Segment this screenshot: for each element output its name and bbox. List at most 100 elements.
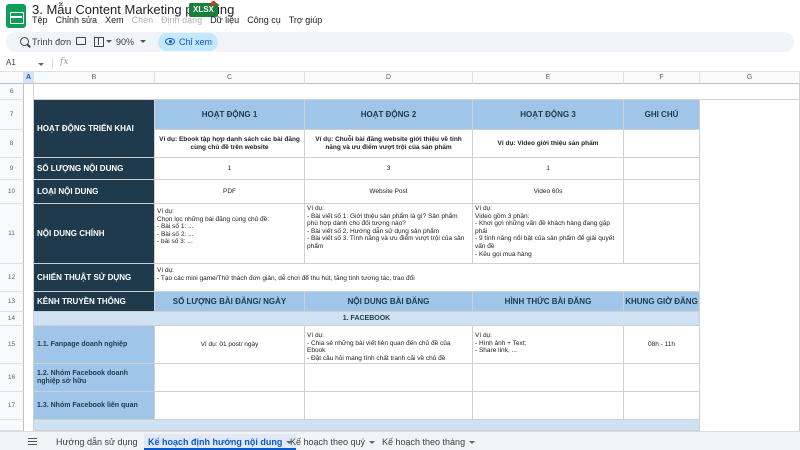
menu-format: Định dạng [161,15,203,25]
zoom-select[interactable]: 90% [116,35,134,49]
name-box[interactable]: A1 [6,58,16,67]
hoat-dong-3-example[interactable]: Ví dụ: Video giới thiệu sản phẩm [473,130,624,158]
column-a-cells[interactable] [24,84,34,431]
chevron-down-icon[interactable] [369,441,376,445]
sheet-tab-theo-quy[interactable]: Kế hoạch theo quý [286,434,379,450]
noi-dung-chinh-label[interactable]: NỘI DUNG CHÍNH [34,204,155,264]
noi-dung-bai-dang-header[interactable]: NỘI DUNG BÀI ĐĂNG [305,292,473,312]
row-header-18[interactable] [0,420,24,431]
row-header-6[interactable]: 6 [0,84,24,100]
loai-3-cell[interactable]: Video 60s [473,180,624,204]
nhom-lien-quan-label[interactable]: 1.3. Nhóm Facebook liên quan [34,392,155,420]
column-header-g[interactable]: G [700,72,800,84]
chevron-down-icon[interactable] [469,441,476,445]
fanpage-label[interactable]: 1.1. Fanpage doanh nghiệp [34,326,155,364]
hoat-dong-2-example[interactable]: Ví dụ: Chuỗi bài đăng website giới thiệu… [305,130,473,158]
row-header-13[interactable]: 13 [0,292,24,312]
column-header-e[interactable]: E [473,72,624,84]
format-grid-icon[interactable] [94,37,104,47]
sheet-tab-ke-hoach-dinh-huong[interactable]: Kế hoạch định hướng nội dung [144,434,297,450]
noi-dung-chinh-2-cell[interactable]: Ví dụ: - Bài viết số 1: Giới thiệu sản p… [305,204,473,264]
hoat-dong-trien-khai-label[interactable]: HOẠT ĐỘNG TRIỂN KHAI [34,100,155,158]
kenh-truyen-thong-label[interactable]: KÊNH TRUYỀN THÔNG [34,292,155,312]
ghi-chu-cell[interactable] [624,130,700,158]
nhom-lien-quan-so-luong-cell[interactable] [155,392,305,420]
hoat-dong-2-header[interactable]: HOẠT ĐỘNG 2 [305,100,473,130]
nhom-so-huu-so-luong-cell[interactable] [155,364,305,392]
so-luong-3-cell[interactable]: 1 [473,158,624,180]
row-header-17[interactable]: 17 [0,392,24,420]
facebook-section-header[interactable]: 1. FACEBOOK [34,312,700,326]
column-header-a[interactable]: A [24,72,34,84]
chien-thuat-cell[interactable]: Ví dụ: - Tạo các mini game/Thử thách đơn… [155,264,700,292]
fanpage-noi-dung-cell[interactable]: Ví dụ: - Chia sẻ những bài viết liên qua… [305,326,473,364]
menu-view[interactable]: Xem [105,15,124,29]
view-only-label: Chỉ xem [179,37,213,47]
so-luong-2-cell[interactable]: 3 [305,158,473,180]
fanpage-hinh-thuc-cell[interactable]: Ví dụ: - Hình ảnh + Text; - Share link, … [473,326,624,364]
spreadsheet-app: 3. Mẫu Content Marketing planning XLSX T… [0,0,800,450]
menu-data[interactable]: Dữ liệu [210,15,239,29]
nhom-lien-quan-khung-gio-cell[interactable] [624,392,700,420]
row-header-11[interactable]: 11 [0,204,24,264]
fanpage-khung-gio-cell[interactable]: 08h - 11h [624,326,700,364]
ghi-chu-header[interactable]: GHI CHÚ [624,100,700,130]
row-header-15[interactable]: 15 [0,326,24,364]
select-all-corner[interactable] [0,72,24,84]
hoat-dong-1-header[interactable]: HOẠT ĐỘNG 1 [155,100,305,130]
menu-file[interactable]: Tệp [32,15,48,29]
nhom-so-huu-label[interactable]: 1.2. Nhóm Facebook doanh nghiệp sở hữu [34,364,155,392]
sheet-tab-theo-thang[interactable]: Kế hoạch theo tháng [378,434,479,450]
chevron-down-icon[interactable] [106,40,112,43]
menu-help[interactable]: Trợ giúp [289,15,323,29]
hoat-dong-1-example[interactable]: Ví dụ: Ebook tập hợp danh sách các bài đ… [155,130,305,158]
column-header-b[interactable]: B [34,72,155,84]
so-luong-bai-dang-header[interactable]: SỐ LƯỢNG BÀI ĐĂNG/ NGÀY [155,292,305,312]
search-icon[interactable] [20,37,29,46]
menu-edit[interactable]: Chỉnh sửa [56,15,98,29]
hinh-thuc-bai-dang-header[interactable]: HÌNH THỨC BÀI ĐĂNG [473,292,624,312]
chien-thuat-label[interactable]: CHIẾN THUẬT SỬ DỤNG [34,264,155,292]
so-luong-note-cell[interactable] [624,158,700,180]
noi-dung-chinh-1-cell[interactable]: Ví dụ: Chọn lọc những bài đăng cùng chủ … [155,204,305,264]
all-sheets-menu-icon[interactable] [28,438,37,445]
row-header-9[interactable]: 9 [0,158,24,180]
column-header-d[interactable]: D [305,72,473,84]
column-header-c[interactable]: C [155,72,305,84]
menu-tools[interactable]: Công cụ [247,15,281,29]
sheet-tab-huong-dan[interactable]: Hướng dẫn sử dụng [52,434,142,450]
so-luong-1-cell[interactable]: 1 [155,158,305,180]
loai-2-cell[interactable]: Website Post [305,180,473,204]
column-header-f[interactable]: F [624,72,700,84]
loai-note-cell[interactable] [624,180,700,204]
noi-dung-chinh-3-cell[interactable]: Ví dụ: Video gồm 3 phần: - Khơi gợi nhữn… [473,204,624,264]
next-section-row[interactable] [34,420,700,431]
row-header-7[interactable]: 7 [0,100,24,130]
loai-noi-dung-label[interactable]: LOẠI NỘI DUNG [34,180,155,204]
row-6-cells[interactable] [34,84,800,100]
nhom-lien-quan-hinh-thuc-cell[interactable] [473,392,624,420]
nhom-so-huu-hinh-thuc-cell[interactable] [473,364,624,392]
fanpage-so-luong-cell[interactable]: Ví dụ: 01 post/ ngày [155,326,305,364]
noi-dung-chinh-note-cell[interactable] [624,204,700,264]
hoat-dong-3-header[interactable]: HOẠT ĐỘNG 3 [473,100,624,130]
zoom-chevron-down-icon[interactable] [140,40,146,43]
nhom-so-huu-khung-gio-cell[interactable] [624,364,700,392]
formula-bar-divider [52,58,53,69]
so-luong-noi-dung-label[interactable]: SỐ LƯỢNG NỘI DUNG [34,158,155,180]
sheets-logo-icon[interactable] [6,4,26,28]
row-header-8[interactable]: 8 [0,130,24,158]
row-header-10[interactable]: 10 [0,180,24,204]
row-header-12[interactable]: 12 [0,264,24,292]
name-box-chevron-down-icon[interactable] [38,63,44,66]
menu-search-label[interactable]: Trình đơn [32,35,71,49]
nhom-lien-quan-noi-dung-cell[interactable] [305,392,473,420]
row-header-14[interactable]: 14 [0,312,24,326]
khung-gio-dang-header[interactable]: KHUNG GIỜ ĐĂNG [624,292,700,312]
column-g-cells[interactable] [700,100,800,431]
view-only-button[interactable]: Chỉ xem [158,33,218,51]
nhom-so-huu-noi-dung-cell[interactable] [305,364,473,392]
printer-icon[interactable] [76,37,86,45]
row-header-16[interactable]: 16 [0,364,24,392]
loai-1-cell[interactable]: PDF [155,180,305,204]
